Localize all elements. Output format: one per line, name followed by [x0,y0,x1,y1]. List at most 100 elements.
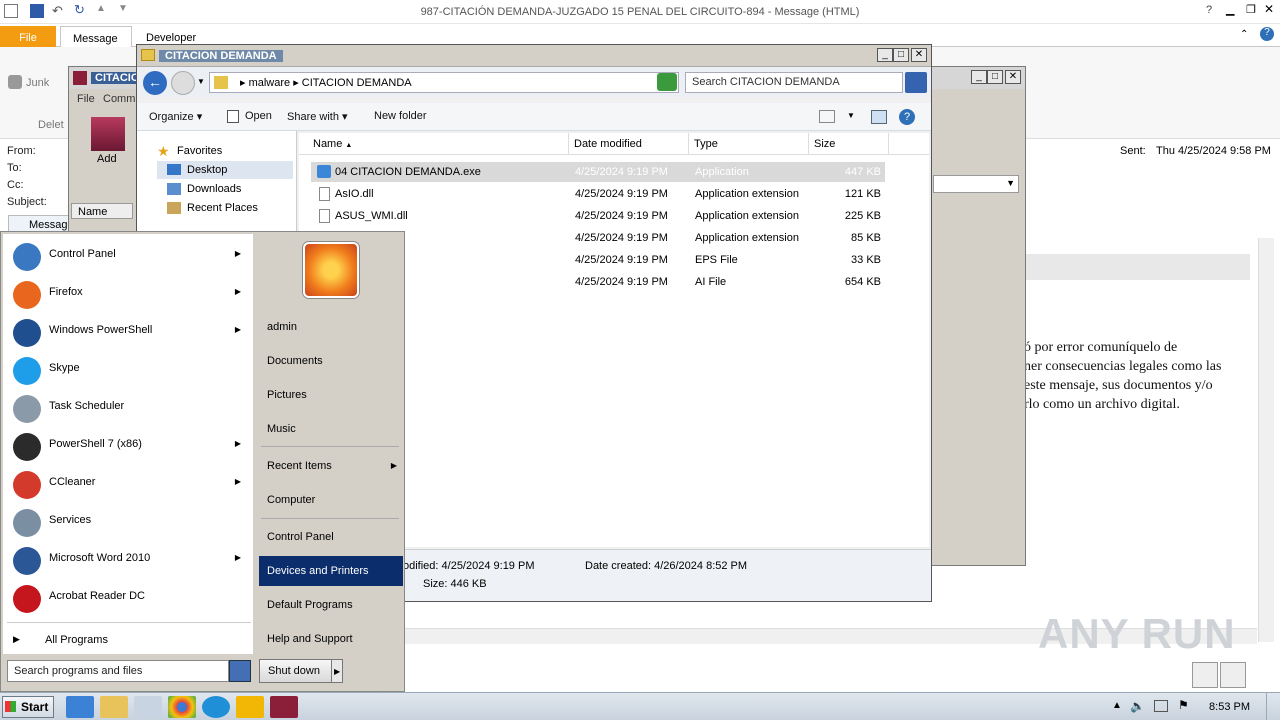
start-program-item[interactable]: Task Scheduler [5,390,249,426]
junk-button[interactable]: Junk [26,77,49,89]
maximize-button[interactable]: □ [893,48,909,62]
window-title: 987-CITACIÓN DEMANDA-JUZGADO 15 PENAL DE… [420,6,860,18]
shutdown-options-arrow-icon[interactable]: ▶ [331,659,343,683]
path-dropdown[interactable]: ▼ [933,175,1019,193]
view-options-icon[interactable] [819,110,835,123]
media-player-icon[interactable] [134,696,162,718]
start-help-and-support[interactable]: Help and Support [259,624,403,654]
start-program-label: PowerShell 7 (x86) [49,438,142,450]
detail-modified: odified: 4/25/2024 9:19 PM [403,560,535,572]
search-icon[interactable] [229,660,251,682]
start-program-item[interactable]: Acrobat Reader DC [5,580,249,616]
column-type[interactable]: Type [689,133,809,155]
network-icon[interactable] [1154,700,1168,712]
breadcrumb-malware[interactable]: malware [249,77,291,89]
ie-icon[interactable] [66,696,94,718]
close-button[interactable]: ✕ [911,48,927,62]
refresh-icon[interactable] [657,73,677,91]
nav-downloads[interactable]: Downloads [157,180,293,198]
start-computer[interactable]: Computer [259,485,403,515]
all-programs-arrow-icon: ▶ [13,634,20,644]
firefox-icon [13,281,41,309]
preview-pane-icon[interactable] [871,110,887,124]
edge-icon[interactable] [202,696,230,718]
start-music[interactable]: Music [259,414,403,444]
tab-message[interactable]: Message [60,26,132,47]
help-icon[interactable]: ? [899,109,915,125]
start-program-item[interactable]: Microsoft Word 2010 ▶ [5,542,249,578]
file-row[interactable]: ASUS_WMI.dll 4/25/2024 9:19 PM Applicati… [311,206,885,226]
history-dropdown-icon[interactable]: ▼ [197,77,205,86]
file-row[interactable]: 04 CITACION DEMANDA.exe 4/25/2024 9:19 P… [311,162,885,182]
file-row[interactable]: AsIO.dll 4/25/2024 9:19 PM Application e… [311,184,885,204]
start-control-panel[interactable]: Control Panel [259,522,403,552]
new-folder-button[interactable]: New folder [374,110,427,122]
start-pictures[interactable]: Pictures [259,380,403,410]
start-devices-and-printers[interactable]: Devices and Printers [259,556,403,586]
explorer-icon[interactable] [100,696,128,718]
start-program-item[interactable]: Firefox ▶ [5,276,249,312]
breadcrumb[interactable]: ▸ malware ▸ CITACION DEMANDA ▼ [209,72,679,93]
recent-places-icon [167,202,181,214]
user-picture[interactable] [303,242,359,298]
all-programs[interactable]: All Programs [45,634,108,646]
start-program-label: Windows PowerShell [49,324,153,336]
breadcrumb-citacion[interactable]: CITACION DEMANDA [302,77,412,89]
start-recent-items[interactable]: Recent Items ▶ [259,451,403,481]
nav-recent-places[interactable]: Recent Places [157,199,293,217]
divider [7,622,251,623]
outlook-icon[interactable] [236,696,264,718]
search-input[interactable]: Search CITACION DEMANDA [685,72,903,93]
column-size[interactable]: Size [809,133,889,155]
start-admin[interactable]: admin [259,312,403,342]
start-program-item[interactable]: Control Panel ▶ [5,238,249,274]
contact-photo-icon [1192,662,1218,688]
share-with-button[interactable]: Share with ▾ [287,110,348,123]
vertical-scrollbar[interactable] [1258,238,1274,642]
collapse-ribbon-icon[interactable]: ⌃ [1240,29,1248,40]
subject-label: Subject: [7,196,47,208]
add-button-label[interactable]: Add [97,153,117,165]
start-search-input[interactable]: Search programs and files [7,660,229,682]
clock[interactable]: 8:53 PM [1209,701,1250,713]
start-program-item[interactable]: PowerShell 7 (x86) ▶ [5,428,249,464]
minimize-button[interactable]: ▁ [1226,3,1234,16]
close-button[interactable]: ✕ [1264,2,1274,16]
restore-button[interactable]: ❐ [1246,3,1256,16]
open-button[interactable]: Open [245,110,272,122]
help-icon[interactable]: ? [1206,4,1212,16]
start-program-label: CCleaner [49,476,96,488]
chrome-icon[interactable] [168,696,196,718]
nav-desktop[interactable]: Desktop [157,161,293,179]
column-date-modified[interactable]: Date modified [569,133,689,155]
close-button[interactable]: ✕ [1005,70,1021,84]
forward-arrow-icon[interactable] [171,71,195,95]
show-desktop-button[interactable] [1266,693,1280,720]
name-column-header[interactable]: Name [71,203,133,219]
menu-file[interactable]: File [77,93,95,105]
start-program-item[interactable]: Skype [5,352,249,388]
help-icon[interactable]: ? [1260,27,1274,41]
start-default-programs[interactable]: Default Programs [259,590,403,620]
start-program-item[interactable]: Services [5,504,249,540]
volume-icon[interactable]: 🔈 [1130,699,1145,713]
back-arrow-icon[interactable]: ← [143,71,167,95]
start-program-item[interactable]: CCleaner ▶ [5,466,249,502]
show-hidden-icons-icon[interactable]: ▲ [1112,700,1122,711]
organize-button[interactable]: Organize ▾ [149,110,202,123]
nav-favorites[interactable]: Favorites [177,145,222,157]
minimize-button[interactable]: _ [971,70,987,84]
submenu-arrow-icon: ▶ [234,249,241,258]
winrar-icon[interactable] [270,696,298,718]
start-program-item[interactable]: Windows PowerShell ▶ [5,314,249,350]
view-dropdown-icon[interactable]: ▼ [847,111,855,120]
tab-file[interactable]: File [0,26,56,47]
add-archive-icon[interactable] [91,117,125,151]
menu-commands[interactable]: Comm [103,93,135,105]
action-center-flag-icon[interactable]: ⚑ [1178,698,1189,712]
search-icon[interactable] [905,72,927,93]
start-documents[interactable]: Documents [259,346,403,376]
maximize-button[interactable]: □ [987,70,1003,84]
column-name[interactable]: Name ▲ [299,133,569,155]
minimize-button[interactable]: _ [877,48,893,62]
